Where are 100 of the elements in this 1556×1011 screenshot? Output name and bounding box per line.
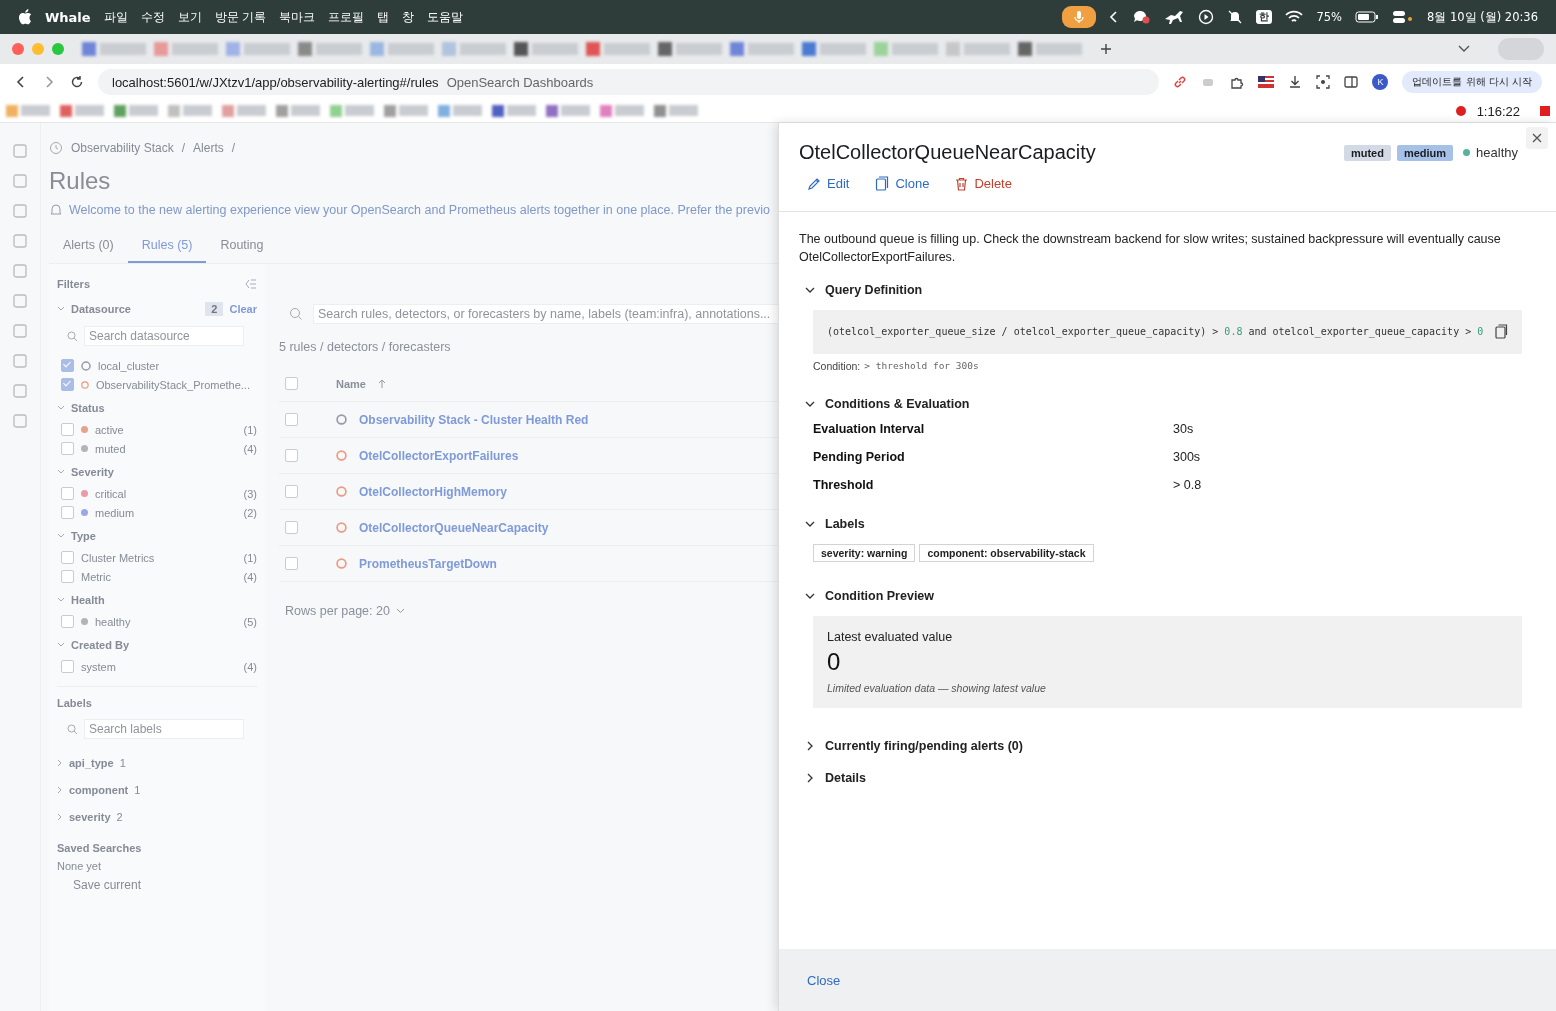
nav-icon[interactable] <box>12 293 28 309</box>
section-title[interactable]: Labels <box>825 517 865 531</box>
checkbox[interactable] <box>61 551 74 564</box>
filter-option[interactable]: ObservabilityStack_Promethe... <box>95 378 250 391</box>
sort-arrow-icon[interactable] <box>377 378 386 389</box>
nav-icon[interactable] <box>12 173 28 189</box>
reload-icon[interactable] <box>70 75 84 89</box>
menu-item[interactable]: 탭 <box>377 9 390 25</box>
filter-option[interactable]: Metric <box>81 570 111 583</box>
blurred-bookmark[interactable] <box>438 105 482 117</box>
filter-option[interactable]: critical <box>95 487 127 500</box>
filter-group-title[interactable]: Datasource <box>71 303 131 315</box>
search-field[interactable]: Search datasource <box>84 326 244 346</box>
save-current-button[interactable]: Save current <box>57 878 257 892</box>
tab[interactable]: Alerts (0) <box>49 229 128 263</box>
menu-item[interactable]: 도움말 <box>427 9 464 25</box>
menu-item[interactable]: 방문 기록 <box>214 9 267 25</box>
input-source-indicator[interactable]: 한 <box>1256 10 1273 24</box>
rule-link[interactable]: Observability Stack - Cluster Health Red <box>359 412 589 427</box>
close-window-button[interactable] <box>12 43 24 55</box>
wifi-icon[interactable] <box>1285 10 1304 24</box>
menu-item[interactable]: 파일 <box>103 9 128 25</box>
chevron-icon[interactable] <box>805 591 815 601</box>
rows-per-page-selector[interactable]: Rows per page: 20 <box>285 604 390 618</box>
action-button[interactable]: Edit <box>799 172 858 195</box>
history-icon[interactable] <box>49 141 63 155</box>
section-title[interactable]: Details <box>825 771 866 785</box>
new-tab-icon[interactable] <box>1100 43 1112 55</box>
animal-icon[interactable] <box>1163 9 1186 25</box>
column-header[interactable]: Name <box>336 377 366 390</box>
blurred-bookmark[interactable] <box>60 105 104 117</box>
battery-icon[interactable] <box>1354 11 1379 23</box>
address-field[interactable]: localhost:5601/w/JXtzv1/app/observability-alerting#/rules OpenSearch Dashboards <box>98 69 1160 95</box>
menu-item[interactable]: 프로필 <box>328 9 365 25</box>
nav-icon[interactable] <box>12 263 28 279</box>
profile-avatar[interactable]: K <box>1372 74 1389 90</box>
app-name[interactable]: Whale <box>45 9 91 25</box>
filter-option[interactable]: local_cluster <box>98 359 160 372</box>
checkbox[interactable] <box>61 442 74 455</box>
blurred-tab[interactable] <box>298 42 362 56</box>
checkbox[interactable] <box>61 359 74 372</box>
close-icon[interactable] <box>1526 127 1548 149</box>
close-link[interactable]: Close <box>805 970 843 990</box>
chevron-icon[interactable] <box>805 741 815 751</box>
muted-bell-icon[interactable] <box>1227 9 1244 25</box>
play-icon[interactable] <box>1198 9 1215 25</box>
blurred-bookmark[interactable] <box>654 105 698 117</box>
blurred-tab[interactable] <box>82 42 146 56</box>
blurred-tab[interactable] <box>658 42 722 56</box>
flag-icon[interactable] <box>1258 76 1275 88</box>
rule-link[interactable]: OtelCollectorQueueNearCapacity <box>359 520 549 535</box>
blurred-bookmark[interactable] <box>492 105 536 117</box>
copy-icon[interactable] <box>1495 324 1508 339</box>
section-title[interactable]: Query Definition <box>825 283 923 297</box>
filter-option[interactable]: muted <box>95 442 126 455</box>
chevron-left-icon[interactable] <box>1109 11 1120 23</box>
checkbox[interactable] <box>61 487 74 500</box>
tab[interactable]: Routing <box>206 229 278 263</box>
nav-icon[interactable] <box>12 143 28 159</box>
nav-icon[interactable] <box>12 323 28 339</box>
rule-link[interactable]: PrometheusTargetDown <box>359 556 497 571</box>
recording-timer[interactable]: 1:16:22 <box>1476 103 1520 119</box>
chevron-icon[interactable] <box>805 519 815 529</box>
section-title[interactable]: Conditions & Evaluation <box>825 397 970 411</box>
section-title[interactable]: Currently firing/pending alerts (0) <box>825 739 1023 753</box>
checkbox[interactable] <box>61 378 74 391</box>
chevron-right-icon[interactable] <box>57 758 63 767</box>
nav-icon[interactable] <box>12 413 28 429</box>
search-field[interactable]: Search labels <box>84 719 244 739</box>
menu-item[interactable]: 창 <box>402 9 415 25</box>
breadcrumb-link[interactable]: Observability Stack <box>71 141 174 155</box>
checkbox[interactable] <box>285 449 298 462</box>
nav-icon[interactable] <box>12 203 28 219</box>
filter-option[interactable]: system <box>81 660 116 673</box>
blurred-tab[interactable] <box>586 42 650 56</box>
clear-link[interactable]: Clear <box>229 303 257 315</box>
filter-option[interactable]: Cluster Metrics <box>81 551 155 564</box>
chevron-down-icon[interactable] <box>395 608 405 614</box>
filter-group-title[interactable]: Health <box>71 594 105 606</box>
menu-item[interactable]: 수정 <box>140 9 165 25</box>
sidebar-icon[interactable] <box>1344 75 1359 89</box>
filter-option[interactable]: healthy <box>95 615 131 628</box>
blurred-bookmark[interactable] <box>546 105 590 117</box>
checkbox[interactable] <box>61 660 74 673</box>
rule-link[interactable]: OtelCollectorExportFailures <box>359 448 519 463</box>
nav-icon[interactable] <box>12 353 28 369</box>
apple-icon[interactable] <box>18 9 32 25</box>
checkbox[interactable] <box>285 485 298 498</box>
breadcrumb-link[interactable]: Alerts <box>193 141 224 155</box>
chevron-icon[interactable] <box>805 773 815 783</box>
action-button[interactable]: Clone <box>867 172 938 195</box>
blurred-tab[interactable] <box>802 42 866 56</box>
filter-option[interactable]: active <box>95 423 124 436</box>
chat-icon[interactable] <box>1132 9 1151 25</box>
chevron-icon[interactable] <box>805 399 815 409</box>
nav-icon[interactable] <box>12 233 28 249</box>
checkbox[interactable] <box>61 615 74 628</box>
checkbox[interactable] <box>61 506 74 519</box>
blurred-bookmark[interactable] <box>384 105 428 117</box>
link-icon[interactable] <box>1173 75 1188 89</box>
